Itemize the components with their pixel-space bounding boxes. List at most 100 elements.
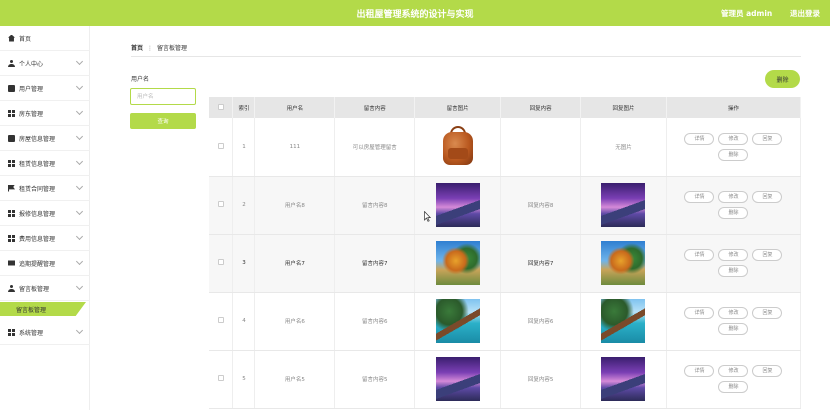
row-delete-button[interactable]: 删除 — [718, 381, 749, 393]
autumn-landscape-image — [601, 241, 646, 285]
purple-landscape-image — [435, 183, 480, 227]
row-delete-button[interactable]: 删除 — [718, 148, 749, 161]
sidebar-subitem-message-board-active[interactable]: 留言板管理 — [0, 302, 86, 316]
row-select-cell[interactable] — [209, 234, 234, 293]
admin-label: 管理员 admin — [721, 9, 773, 18]
reply-button[interactable]: 回复 — [752, 365, 783, 377]
sidebar-item-users[interactable]: 用户管理 — [0, 76, 90, 101]
grid-icon — [8, 209, 15, 217]
breadcrumb: 首页 ⋮ 留言板管理 — [131, 43, 187, 52]
index-cell: 1 — [232, 118, 256, 177]
sidebar-subitem-label: 留言板管理 — [16, 307, 47, 314]
search-label: 用户名 — [131, 76, 150, 83]
delete-button[interactable]: 删除 — [765, 70, 800, 88]
row-select-cell[interactable] — [209, 176, 234, 235]
row-delete-button[interactable]: 删除 — [718, 265, 749, 277]
column-header: 回复内容 — [500, 97, 582, 118]
breadcrumb-current: 留言板管理 — [157, 45, 188, 52]
search-button[interactable]: 查询 — [130, 113, 196, 129]
reply-button[interactable]: 回复 — [752, 191, 783, 203]
sidebar-item-label: 房屋信息管理 — [19, 135, 56, 143]
detail-button[interactable]: 详情 — [684, 249, 715, 261]
index-cell: 5 — [232, 350, 256, 409]
logout-link[interactable]: 退出登录 — [790, 8, 820, 19]
reply-cell: 回复内容5 — [500, 350, 582, 409]
user-icon — [8, 59, 15, 67]
reply-cell: 回复内容8 — [500, 176, 582, 235]
actions-cell: 详情 修改 回复删除 — [666, 118, 802, 177]
purple-landscape-image — [435, 357, 480, 401]
reply-image-cell — [580, 292, 667, 351]
select-all-header[interactable] — [209, 97, 234, 118]
chevron-down-icon — [75, 207, 84, 216]
sidebar-item-label: 首页 — [19, 35, 32, 43]
detail-button[interactable]: 详情 — [684, 132, 715, 145]
detail-button[interactable]: 详情 — [684, 365, 715, 377]
index-cell: 4 — [232, 292, 256, 351]
edit-button[interactable]: 修改 — [718, 249, 749, 261]
table-row: 4 用户名6 留言内容6 回复内容6 详情 修改 回复删除 — [209, 292, 802, 351]
sidebar-item-message-board[interactable]: 留言板管理 — [0, 276, 90, 301]
row-select-cell[interactable] — [209, 350, 234, 409]
chevron-down-icon — [75, 182, 84, 191]
column-header: 留言内容 — [334, 97, 416, 118]
reply-cell: 回复内容6 — [500, 292, 582, 351]
select-all-checkbox[interactable] — [217, 103, 224, 110]
sidebar-item-contracts[interactable]: 租赁合同管理 — [0, 176, 90, 201]
sidebar-item-label: 追期提醒管理 — [19, 260, 56, 268]
table-row: 1 111 可以房屋管理留言 无图片 详情 修改 回复删除 — [209, 118, 802, 177]
table-header-row: 索引 用户名 留言内容 留言图片 回复内容 回复图片 操作 — [209, 97, 802, 118]
card-icon — [8, 260, 15, 266]
detail-button[interactable]: 详情 — [684, 307, 715, 319]
table-row: 5 用户名5 留言内容5 回复内容5 详情 修改 回复删除 — [209, 350, 802, 409]
reply-button[interactable]: 回复 — [752, 307, 783, 319]
edit-button[interactable]: 修改 — [718, 307, 749, 319]
reply-image-cell — [580, 350, 667, 409]
sidebar-item-label: 租赁合同管理 — [19, 185, 56, 193]
divider — [131, 56, 801, 57]
grid-icon — [8, 328, 15, 336]
row-checkbox[interactable] — [217, 142, 224, 149]
reply-button[interactable]: 回复 — [752, 132, 783, 145]
sidebar-item-reminders[interactable]: 追期提醒管理 — [0, 251, 90, 276]
lake-pier-image — [601, 299, 646, 343]
username-cell: 111 — [254, 118, 336, 177]
detail-button[interactable]: 详情 — [684, 191, 715, 203]
grid-icon — [8, 109, 15, 117]
column-header: 操作 — [666, 97, 802, 118]
purple-landscape-image — [601, 183, 646, 227]
row-delete-button[interactable]: 删除 — [718, 323, 749, 335]
breadcrumb-home[interactable]: 首页 — [131, 45, 143, 52]
username-cell: 用户名6 — [254, 292, 336, 351]
row-checkbox[interactable] — [217, 317, 224, 323]
flag-icon — [8, 184, 15, 192]
row-checkbox[interactable] — [217, 259, 224, 265]
sidebar-item-rental-info[interactable]: 租赁信息管理 — [0, 151, 90, 176]
sidebar-item-personal-center[interactable]: 个人中心 — [0, 51, 90, 76]
column-header: 索引 — [232, 97, 256, 118]
edit-button[interactable]: 修改 — [718, 191, 749, 203]
chevron-down-icon — [75, 257, 84, 266]
image-cell — [414, 176, 502, 235]
sidebar-item-landlords[interactable]: 房东管理 — [0, 101, 90, 126]
edit-button[interactable]: 修改 — [718, 365, 749, 377]
reply-image-cell: 无图片 — [580, 118, 667, 177]
row-select-cell[interactable] — [209, 292, 234, 351]
content-cell: 留言内容6 — [334, 292, 416, 351]
image-cell — [414, 234, 502, 293]
reply-button[interactable]: 回复 — [752, 249, 783, 261]
row-delete-button[interactable]: 删除 — [718, 207, 749, 219]
row-select-cell[interactable] — [209, 118, 234, 177]
sidebar-item-fees[interactable]: 费用信息管理 — [0, 226, 90, 251]
index-cell: 3 — [232, 234, 256, 293]
sidebar-item-system[interactable]: 系统管理 — [0, 320, 90, 345]
row-checkbox[interactable] — [217, 201, 224, 207]
sidebar-item-home[interactable]: 首页 — [0, 26, 90, 51]
sidebar-item-house-info[interactable]: 房屋信息管理 — [0, 126, 90, 151]
sidebar-item-repairs[interactable]: 报修信息管理 — [0, 201, 90, 226]
row-checkbox[interactable] — [217, 375, 224, 381]
user-icon — [8, 284, 15, 292]
edit-button[interactable]: 修改 — [718, 132, 749, 145]
username-search-input[interactable] — [130, 88, 196, 105]
table-row: 3 用户名7 留言内容7 回复内容7 详情 修改 回复删除 — [209, 234, 802, 293]
